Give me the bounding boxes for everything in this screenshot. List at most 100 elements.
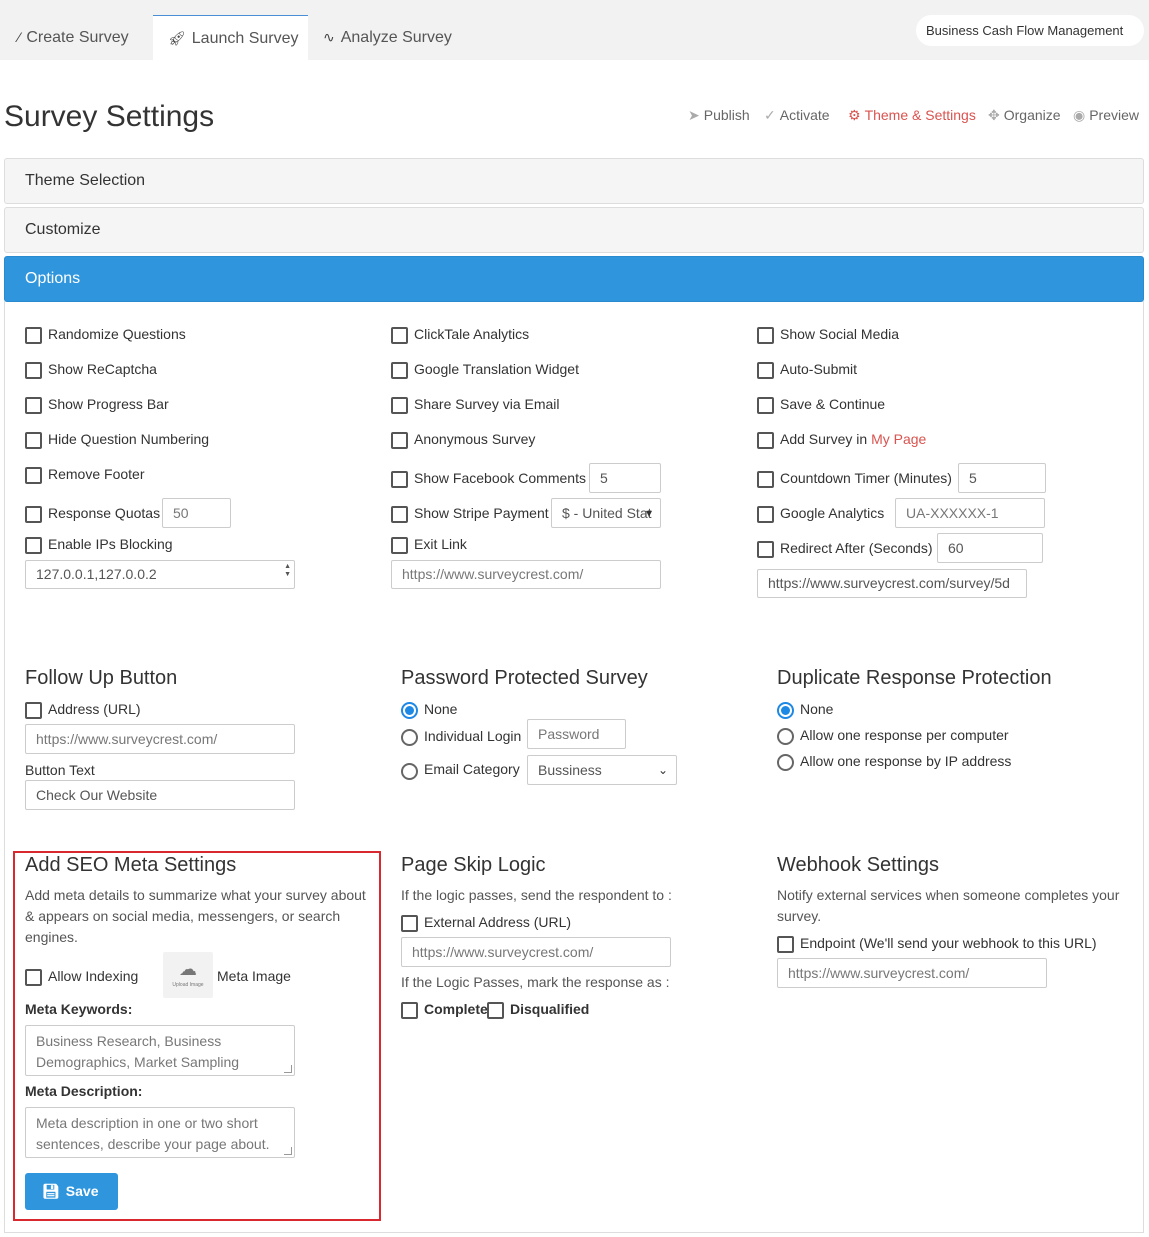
tab-create-survey[interactable]: ⁄ Create Survey <box>0 15 152 60</box>
follow-up-address-checkbox[interactable] <box>25 702 42 719</box>
remove-footer-checkbox[interactable] <box>25 467 42 484</box>
save-button-label: Save <box>65 1183 99 1199</box>
show-recaptcha-label: Show ReCaptcha <box>48 361 157 377</box>
panel-theme-selection[interactable]: Theme Selection <box>4 158 1144 204</box>
duplicate-none-label: None <box>800 701 834 717</box>
top-nav-bar: ⁄ Create Survey 🚀︎ Launch Survey ∿ Analyze … <box>0 0 1149 60</box>
exit-link-input[interactable]: https://www.surveycrest.com/ <box>391 560 661 589</box>
resize-handle-icon[interactable] <box>284 1065 292 1073</box>
duplicate-none-radio[interactable] <box>777 702 794 719</box>
anonymous-survey-checkbox[interactable] <box>391 432 408 449</box>
external-address-checkbox[interactable] <box>401 915 418 932</box>
save-continue-checkbox[interactable] <box>757 397 774 414</box>
my-page-link[interactable]: My Page <box>871 431 926 447</box>
show-recaptcha-checkbox[interactable] <box>25 362 42 379</box>
hide-question-numbering-checkbox[interactable] <box>25 432 42 449</box>
individual-login-label: Individual Login <box>424 728 522 744</box>
step-publish[interactable]: ➤ Publish <box>688 106 750 124</box>
disqualified-checkbox[interactable] <box>487 1002 504 1019</box>
google-translation-checkbox[interactable] <box>391 362 408 379</box>
step-theme-settings[interactable]: ⚙ Theme & Settings <box>848 106 976 124</box>
allow-indexing-checkbox[interactable] <box>25 969 42 986</box>
step-preview[interactable]: ◉ Preview <box>1073 106 1139 124</box>
button-text-input[interactable]: Check Our Website <box>25 780 295 810</box>
google-analytics-input[interactable]: UA-XXXXXX-1 <box>895 498 1045 528</box>
password-none-radio[interactable] <box>401 702 418 719</box>
step-label: Activate <box>779 107 830 123</box>
per-ip-radio[interactable] <box>777 754 794 771</box>
email-category-value: Bussiness <box>538 762 602 778</box>
resize-handle-icon[interactable] <box>284 1147 292 1155</box>
seo-description: Add meta details to summarize what your … <box>25 887 366 945</box>
countdown-timer-checkbox[interactable] <box>757 471 774 488</box>
meta-keywords-textarea[interactable]: Business Research, Business Demographics… <box>25 1025 295 1076</box>
page-title: Survey Settings <box>4 100 215 133</box>
skip-logic-title: Page Skip Logic <box>401 854 546 876</box>
redirect-after-input[interactable]: 60 <box>937 533 1043 563</box>
step-activate[interactable]: ✓ Activate <box>764 106 830 124</box>
project-name-badge[interactable]: Business Cash Flow Management <box>916 15 1144 46</box>
meta-keywords-label: Meta Keywords: <box>25 1001 133 1017</box>
upload-image-button[interactable]: ☁ Upload Image <box>163 952 213 998</box>
save-button[interactable]: 💾︎ Save <box>25 1173 118 1210</box>
ip-blocking-textarea[interactable]: 127.0.0.1,127.0.0.2 ▲ ▼ <box>25 560 295 589</box>
button-text-label: Button Text <box>25 762 95 778</box>
tab-analyze-survey[interactable]: ∿ Analyze Survey <box>308 15 468 60</box>
email-category-select[interactable]: Bussiness ⌄ <box>527 755 677 785</box>
clicktale-analytics-checkbox[interactable] <box>391 327 408 344</box>
redirect-after-checkbox[interactable] <box>757 541 774 558</box>
step-organize[interactable]: ✥ Organize <box>988 106 1061 124</box>
endpoint-checkbox[interactable] <box>777 936 794 953</box>
exit-link-checkbox[interactable] <box>391 537 408 554</box>
enable-ip-blocking-checkbox[interactable] <box>25 537 42 554</box>
auto-submit-checkbox[interactable] <box>757 362 774 379</box>
magic-wand-icon: ⁄ <box>18 29 21 45</box>
skip-logic-url-input[interactable]: https://www.surveycrest.com/ <box>401 937 671 967</box>
follow-up-url-input[interactable]: https://www.surveycrest.com/ <box>25 724 295 754</box>
redirect-url-input[interactable]: https://www.surveycrest.com/survey/5d <box>757 569 1027 598</box>
email-category-radio[interactable] <box>401 763 418 780</box>
meta-description-textarea[interactable]: Meta description in one or two short sen… <box>25 1107 295 1158</box>
google-translation-label: Google Translation Widget <box>414 361 579 377</box>
follow-up-address-label: Address (URL) <box>48 701 141 717</box>
panel-customize[interactable]: Customize <box>4 207 1144 253</box>
panel-options[interactable]: Options <box>4 256 1144 302</box>
tab-label: Analyze Survey <box>340 29 452 46</box>
facebook-comments-input[interactable]: 5 <box>589 463 661 493</box>
complete-checkbox[interactable] <box>401 1002 418 1019</box>
auto-submit-label: Auto-Submit <box>780 361 858 377</box>
stripe-currency-select[interactable]: $ - United Stat ▾ <box>551 498 661 528</box>
floppy-disk-icon: 💾︎ <box>42 1183 60 1199</box>
external-address-label: External Address (URL) <box>424 914 572 930</box>
share-survey-email-checkbox[interactable] <box>391 397 408 414</box>
countdown-timer-input[interactable]: 5 <box>958 463 1046 493</box>
webhook-url-input[interactable]: https://www.surveycrest.com/ <box>777 958 1047 988</box>
countdown-timer-label: Countdown Timer (Minutes) <box>780 470 952 486</box>
stripe-payment-checkbox[interactable] <box>391 506 408 523</box>
response-quotas-label: Response Quotas <box>48 505 161 521</box>
follow-up-title: Follow Up Button <box>25 667 178 689</box>
rocket-icon: 🚀︎ <box>168 30 186 46</box>
add-survey-my-page-checkbox[interactable] <box>757 432 774 449</box>
response-quotas-checkbox[interactable] <box>25 506 42 523</box>
google-analytics-checkbox[interactable] <box>757 506 774 523</box>
endpoint-label: Endpoint (We'll send your webhook to thi… <box>800 935 1097 951</box>
tab-launch-survey[interactable]: 🚀︎ Launch Survey <box>153 15 308 60</box>
individual-login-radio[interactable] <box>401 729 418 746</box>
facebook-comments-label: Show Facebook Comments <box>414 470 586 486</box>
per-computer-radio[interactable] <box>777 728 794 745</box>
save-continue-label: Save & Continue <box>780 396 886 412</box>
show-progress-bar-checkbox[interactable] <box>25 397 42 414</box>
seo-title: Add SEO Meta Settings <box>25 854 237 876</box>
show-social-media-checkbox[interactable] <box>757 327 774 344</box>
password-input[interactable]: Password <box>527 719 626 749</box>
facebook-comments-checkbox[interactable] <box>391 471 408 488</box>
meta-description-label: Meta Description: <box>25 1083 143 1099</box>
spinner-icon[interactable]: ▲ ▼ <box>284 563 291 579</box>
duplicate-title: Duplicate Response Protection <box>777 667 1052 689</box>
complete-label: Complete <box>424 1001 488 1017</box>
response-quotas-input[interactable]: 50 <box>162 498 231 528</box>
randomize-questions-label: Randomize Questions <box>48 326 186 342</box>
randomize-questions-checkbox[interactable] <box>25 327 42 344</box>
chevron-down-icon: ⌄ <box>657 763 668 777</box>
